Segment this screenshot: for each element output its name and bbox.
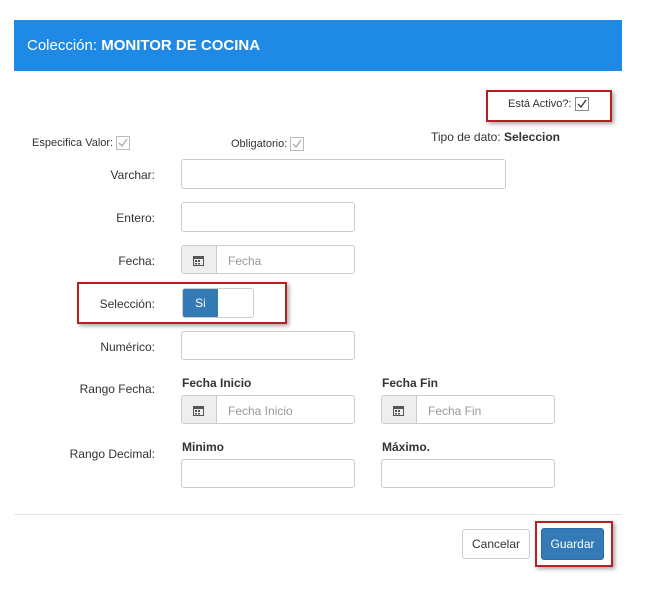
fecha-inicio-placeholder: Fecha Inicio <box>228 404 293 418</box>
fecha-fin-addon[interactable] <box>382 396 417 423</box>
varchar-input[interactable] <box>181 159 506 189</box>
numerico-input[interactable] <box>181 331 355 360</box>
data-type-row: Tipo de dato: Seleccion <box>431 130 560 144</box>
fecha-fin-title: Fecha Fin <box>382 376 439 390</box>
fecha-fin-placeholder: Fecha Fin <box>428 404 482 418</box>
fecha-inicio-addon[interactable] <box>182 396 217 423</box>
varchar-label: Varchar: <box>110 168 155 182</box>
fecha-inicio-input[interactable]: Fecha Inicio <box>181 395 355 424</box>
fecha-label: Fecha: <box>118 254 155 268</box>
entero-input[interactable] <box>181 202 355 232</box>
active-label: Está Activo?: <box>508 97 572 110</box>
required-row: Obligatorio: <box>231 137 305 151</box>
data-type-label: Tipo de dato: <box>431 130 501 144</box>
specify-value-checkbox[interactable] <box>116 136 131 150</box>
checkmark-icon <box>577 99 587 109</box>
rango-decimal-label: Rango Decimal: <box>69 447 155 461</box>
fecha-input[interactable]: Fecha <box>181 245 355 274</box>
cancel-button[interactable]: Cancelar <box>462 529 530 559</box>
active-checkbox[interactable] <box>574 97 589 111</box>
data-type-value: Seleccion <box>503 130 560 144</box>
calendar-icon <box>393 406 404 416</box>
maximo-input[interactable] <box>381 459 555 488</box>
collection-name: MONITOR DE COCINA <box>101 37 261 54</box>
fecha-placeholder: Fecha <box>228 254 262 268</box>
save-button[interactable]: Guardar <box>541 528 604 560</box>
seleccion-toggle[interactable]: Si <box>182 288 254 318</box>
rango-fecha-label: Rango Fecha: <box>79 382 155 396</box>
checkmark-icon <box>118 138 128 148</box>
fecha-fin-input[interactable]: Fecha Fin <box>381 395 555 424</box>
toggle-on-label: Si <box>183 289 218 317</box>
fecha-inicio-title: Fecha Inicio <box>182 376 252 390</box>
maximo-title: Máximo. <box>382 440 431 454</box>
specify-value-row: Especifica Valor: <box>32 136 131 150</box>
seleccion-label: Selección: <box>99 297 155 311</box>
minimo-title: Minimo <box>182 440 224 454</box>
entero-label: Entero: <box>116 211 155 225</box>
required-checkbox[interactable] <box>290 137 305 151</box>
modal-header: Colección: MONITOR DE COCINA <box>14 20 622 71</box>
fecha-addon[interactable] <box>182 246 217 273</box>
footer-divider <box>14 514 622 515</box>
active-row: Está Activo?: <box>508 97 589 111</box>
calendar-icon <box>193 256 204 266</box>
checkmark-icon <box>292 139 302 149</box>
specify-value-label: Especifica Valor: <box>32 136 114 149</box>
required-label: Obligatorio: <box>231 137 288 150</box>
title-prefix: Colección: <box>27 37 102 54</box>
calendar-icon <box>193 406 204 416</box>
minimo-input[interactable] <box>181 459 355 488</box>
numerico-label: Numérico: <box>100 340 155 354</box>
modal-title: Colección: MONITOR DE COCINA <box>27 20 260 71</box>
